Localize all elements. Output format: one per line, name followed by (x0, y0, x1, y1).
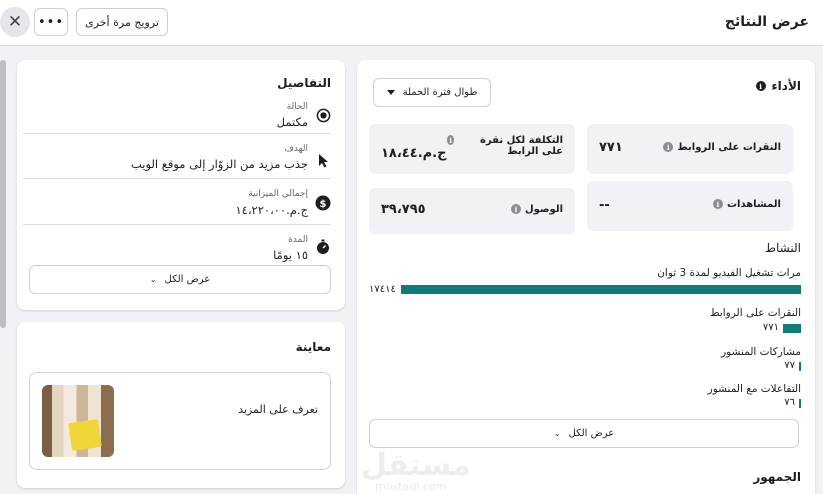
show-all-label: عرض الكل (568, 428, 615, 439)
status-label: الحالة (286, 102, 308, 112)
close-icon[interactable]: ✕ (0, 7, 30, 37)
duration-value: ١٥ يومًا (273, 248, 308, 262)
metric-value: ٧٧١ (599, 140, 623, 155)
duration-label: المدة (288, 235, 308, 245)
activity-label: مرات تشغيل الفيديو لمدة 3 ثوان (657, 267, 801, 279)
metric-label: الوصول (524, 204, 563, 215)
caret-down-icon (386, 89, 395, 95)
show-all-activity-button[interactable]: عرض الكل ⌄ (369, 419, 799, 448)
metric-label: النقرات على الروابط (677, 142, 781, 153)
activity-title: النشاط (764, 241, 801, 255)
promote-again-button[interactable]: ترويج مرة أخرى (76, 8, 168, 36)
activity-bar (799, 399, 801, 408)
activity-value: ٧٧ (784, 360, 795, 371)
metric-label-row: الوصول i (510, 204, 563, 215)
status-value: مكتمل (276, 115, 308, 129)
goal-label: الهدف (284, 144, 308, 154)
ad-cta-text: تعرف على المزيد (238, 403, 318, 416)
info-icon[interactable]: i (663, 142, 674, 152)
metric-label-row: المشاهدات i (712, 199, 781, 210)
period-label: طوال فترة الحملة (402, 87, 478, 98)
info-icon[interactable]: i (447, 135, 455, 145)
activity-label: التفاعلات مع المنشور (707, 383, 801, 395)
performance-card: الأداء i طوال فترة الحملة النقرات على ال… (357, 60, 815, 494)
page-title: عرض النتائج (724, 14, 809, 30)
metric-label-row: النقرات على الروابط i (663, 142, 781, 153)
metric-views: المشاهدات i -- (587, 181, 793, 231)
chevron-down-icon: ⌄ (553, 429, 561, 438)
period-dropdown[interactable]: طوال فترة الحملة (373, 78, 491, 107)
performance-title: الأداء i (755, 79, 801, 93)
performance-title-text: الأداء (771, 79, 801, 93)
stopwatch-icon (315, 239, 331, 255)
svg-text:$: $ (320, 199, 327, 210)
ad-thumbnail-image (42, 385, 114, 457)
dollar-icon: $ (315, 195, 331, 211)
activity-label: مشاركات المنشور (721, 346, 801, 358)
header-bar: ✕ ••• ترويج مرة أخرى عرض النتائج (0, 0, 823, 46)
metric-value: ٣٩،٧٩٥ (381, 202, 426, 217)
ad-preview[interactable]: تعرف على المزيد (29, 372, 331, 470)
more-options-button[interactable]: ••• (34, 8, 68, 36)
metric-cost-per-click: التكلفة لكل نقرة على الرابط i ج.م.١٨،٤٤ (369, 124, 575, 174)
details-title: التفاصيل (277, 76, 331, 90)
cursor-icon (315, 152, 331, 168)
show-all-details-button[interactable]: عرض الكل ⌄ (29, 265, 331, 294)
metric-label: المشاهدات (726, 199, 781, 210)
metric-label: التكلفة لكل نقرة على الرابط (480, 135, 563, 157)
preview-title: معاينة (295, 340, 331, 354)
divider (23, 133, 331, 134)
metric-value: -- (599, 198, 610, 213)
preview-card: معاينة تعرف على المزيد (17, 322, 345, 488)
activity-bar (401, 285, 801, 294)
watermark: مستقل (361, 448, 471, 483)
metric-value: ج.م.١٨،٤٤ (381, 146, 447, 161)
activity-value: ٧٧١ (762, 322, 779, 333)
metric-reach: الوصول i ٣٩،٧٩٥ (369, 188, 575, 234)
goal-value: جذب مزيد من الزوّار إلى موقع الويب (130, 157, 308, 171)
info-icon[interactable]: i (510, 204, 521, 214)
metric-label-row: التكلفة لكل نقرة على الرابط i (447, 135, 563, 157)
activity-value: ٧٦ (784, 397, 795, 408)
activity-value: ١٧٤١٤ (369, 284, 396, 295)
activity-bar (783, 324, 801, 333)
scrollbar[interactable] (0, 60, 6, 328)
audience-title: الجمهور (753, 470, 801, 484)
details-card: التفاصيل الحالة مكتمل الهدف جذب مزيد من … (17, 60, 345, 310)
info-icon[interactable]: i (712, 199, 723, 209)
metric-link-clicks: النقرات على الروابط i ٧٧١ (587, 124, 793, 174)
watermark-url: mostaql.com (375, 480, 447, 493)
radio-icon (315, 107, 331, 123)
budget-label: إجمالي الميزانية (248, 189, 308, 199)
activity-label: النقرات على الروابط (709, 307, 801, 319)
show-all-label: عرض الكل (164, 274, 211, 285)
activity-bar (799, 362, 801, 371)
divider (23, 224, 331, 225)
chevron-down-icon: ⌄ (149, 275, 157, 284)
divider (23, 178, 331, 179)
info-icon[interactable]: i (755, 81, 766, 91)
budget-value: ج.م.١٤،٢٢٠،٠٠ (235, 203, 308, 217)
